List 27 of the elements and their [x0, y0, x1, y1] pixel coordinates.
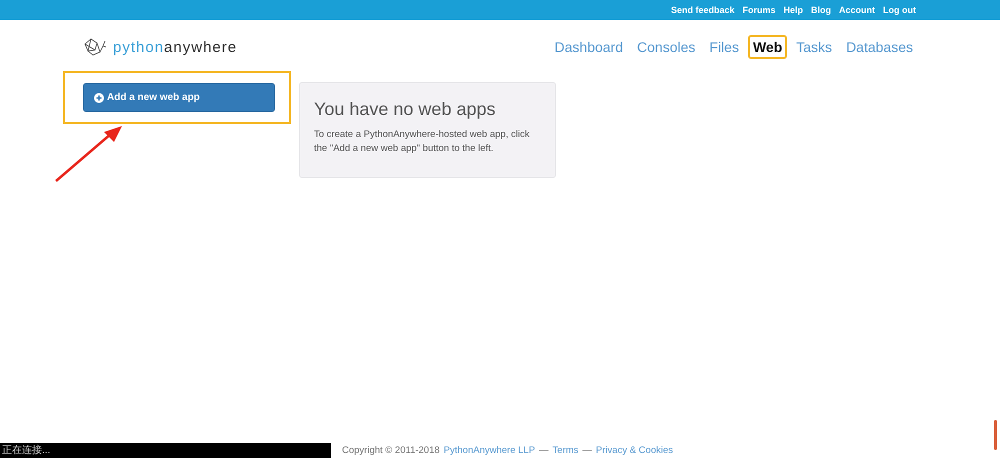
top-link[interactable]: Send feedback	[670, 5, 734, 15]
top-link[interactable]: Account	[839, 5, 875, 15]
separator-text: —	[582, 445, 592, 456]
panel-text: To create a PythonAnywhere-hosted web app, click the "Add a new web app" button to the left.	[314, 128, 530, 156]
plus-circle-icon	[94, 92, 104, 102]
nav-tab[interactable]: Consoles	[632, 35, 700, 59]
nav-tab[interactable]: Databases	[841, 35, 918, 59]
top-link[interactable]: Help	[783, 5, 803, 15]
top-link[interactable]: Log out	[883, 5, 916, 15]
copyright-text: Copyright © 2011-2018	[342, 445, 440, 456]
scroll-indicator	[994, 420, 997, 450]
nav-tab[interactable]: Web	[748, 35, 788, 59]
status-text: 正在连接...	[0, 443, 331, 458]
nav-tab[interactable]: Dashboard	[550, 35, 628, 59]
footer-link[interactable]: Privacy & Cookies	[596, 445, 674, 456]
separator-text: —	[539, 445, 549, 456]
arrow-drawing	[54, 124, 124, 184]
nav-tab[interactable]: Files	[704, 35, 744, 59]
top-link[interactable]: Blog	[811, 5, 831, 15]
nav-tab[interactable]: Tasks	[791, 35, 838, 59]
logo-text: pythonanywhere	[113, 38, 238, 56]
logo-icon	[83, 38, 107, 56]
footer-link[interactable]: Terms	[552, 445, 578, 456]
panel-title: You have no web apps	[314, 99, 496, 120]
top-link[interactable]: Forums	[742, 5, 776, 15]
add-web-app-button[interactable]: Add a new web app	[83, 83, 275, 112]
footer-link[interactable]: PythonAnywhere LLP	[444, 445, 536, 456]
